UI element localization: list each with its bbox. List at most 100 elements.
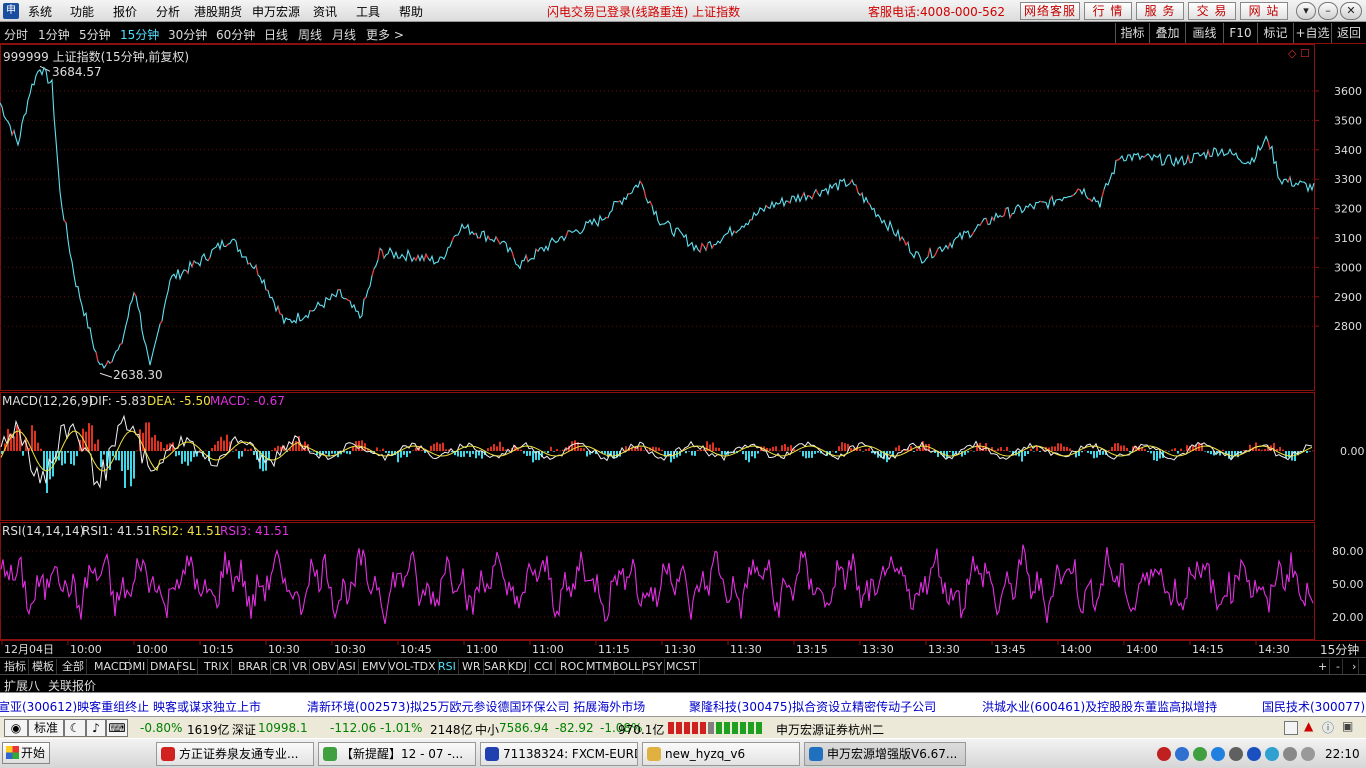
info-icon[interactable]: ⓘ [1322,719,1334,736]
indicator-tab-emv[interactable]: EMV [360,659,389,674]
tool-back[interactable]: 返回 [1331,23,1366,43]
app-icon [809,747,823,761]
taskbar: 开始 方正证券泉友通专业... 【新提醒】12 - 07 -... 711383… [0,738,1366,768]
keyboard-icon[interactable]: ⌨ [106,719,128,737]
chart-area[interactable]: 3600 3500 3400 3300 3200 3100 3000 2900 2800 0.00… [0,44,1366,658]
tool-indicator[interactable]: 指标 [1115,23,1149,43]
ticker-item[interactable]: 国民技术(300077) [1262,698,1365,715]
y-tick-label: 2900 [1334,291,1362,304]
period-30min[interactable]: 30分钟 [168,26,207,43]
checkbox-icon[interactable] [1284,721,1298,735]
alert-icon[interactable]: ▲ [1304,719,1313,733]
indicator-tab-wr[interactable]: WR [460,659,484,674]
indicator-tab-vol-tdx[interactable]: VOL-TDX [386,659,439,674]
period-5min[interactable]: 5分钟 [79,26,111,43]
indicator-tab-rsi[interactable]: RSI [436,659,459,674]
login-status: 闪电交易已登录(线路重连) 上证指数 [547,5,741,19]
indicator-tab-cr[interactable]: CR [270,659,291,674]
task-item[interactable]: new_hyzq_v6 [642,742,800,766]
indicator-tab-vr[interactable]: VR [290,659,311,674]
indicator-tab-trix[interactable]: TRIX [202,659,233,674]
ticker-item[interactable]: 清新环境(002573)拟25万欧元参设德国环保公司 拓展海外市场 [307,698,645,715]
trade-button[interactable]: 交 易 [1188,2,1236,20]
task-item[interactable]: 方正证券泉友通专业... [156,742,314,766]
news-ticker[interactable]: 宣亚(300612)映客重组终止 映客或谋求独立上市 清新环境(002573)拟… [0,692,1366,716]
tool-f10[interactable]: F10 [1223,23,1257,43]
tool-add-favorite[interactable]: +自选 [1293,23,1331,43]
tab-scroll-button[interactable]: - [1334,659,1343,674]
menu-system[interactable]: 系统 [28,3,52,20]
lock-icon[interactable]: ▣ [1342,719,1353,733]
period-week[interactable]: 周线 [298,26,322,43]
dropdown-icon[interactable]: ▾ [1296,2,1316,20]
task-item[interactable]: 【新提醒】12 - 07 -... [318,742,476,766]
menu-hk-futures[interactable]: 港股期货 [194,3,242,20]
tool-mark[interactable]: 标记 [1257,23,1293,43]
period-tick[interactable]: 分时 [4,26,28,43]
indicator-tab-dmi[interactable]: DMI [122,659,149,674]
market-button[interactable]: 行 情 [1084,2,1132,20]
indicator-tab-brar[interactable]: BRAR [236,659,271,674]
website-button[interactable]: 网 站 [1240,2,1288,20]
tool-overlay[interactable]: 叠加 [1149,23,1185,43]
ticker-item[interactable]: 宣亚(300612)映客重组终止 映客或谋求独立上市 [0,698,261,715]
indicator-tab-模板[interactable]: 模板 [30,659,57,674]
indicator-tab-mcst[interactable]: MCST [664,659,700,674]
task-item[interactable]: 71138324: FXCM-EURD... [480,742,638,766]
menu-help[interactable]: 帮助 [399,3,423,20]
online-service-button[interactable]: 网络客服 [1020,2,1080,20]
close-icon[interactable]: ✕ [1340,2,1362,20]
night-mode-icon[interactable]: ☾ [64,719,86,737]
menu-function[interactable]: 功能 [70,3,94,20]
indicator-tab-boll[interactable]: BOLL [610,659,644,674]
standard-toggle[interactable]: 标准 [28,719,64,737]
indicator-tab-obv[interactable]: OBV [310,659,339,674]
quote-icon[interactable]: ◉ [4,719,28,737]
start-button[interactable]: 开始 [2,742,50,764]
tray-icon[interactable] [1193,747,1207,761]
sound-icon[interactable]: ♪ [86,719,106,737]
period-day[interactable]: 日线 [264,26,288,43]
chart-settings-icon[interactable]: ◇ ☐ [1288,47,1310,60]
indicator-tab-指标[interactable]: 指标 [2,659,29,674]
indicator-tab-cci[interactable]: CCI [532,659,556,674]
x-tick-label: 13:30 [928,643,960,656]
ticker-item[interactable]: 洪城水业(600461)及控股股东董监高拟增持 [982,698,1217,715]
menu-analysis[interactable]: 分析 [156,3,180,20]
indicator-tab-fsl[interactable]: FSL [174,659,199,674]
period-more[interactable]: 更多 > [366,26,404,43]
indicator-tab-kdj[interactable]: KDJ [506,659,530,674]
volume-icon[interactable] [1301,747,1315,761]
y-axis-ticks: 3600 3500 3400 3300 3200 3100 3000 2900 2800 0.00… [1332,85,1365,624]
period-15min[interactable]: 15分钟 [120,26,159,43]
indicator-tab-roc[interactable]: ROC [558,659,587,674]
indicator-tab-psy[interactable]: PSY [640,659,666,674]
menu-info[interactable]: 资讯 [313,3,337,20]
tool-draw[interactable]: 画线 [1185,23,1223,43]
ticker-item[interactable]: 聚隆科技(300475)拟合资设立精密传动子公司 [689,698,936,715]
x-axis-ticks: 12月04日 10:00 10:00 10:15 10:30 10:30 10:45 11:0… [1,640,1290,656]
bluetooth-icon[interactable] [1247,747,1261,761]
task-item-active[interactable]: 申万宏源增强版V6.67... [804,742,966,766]
tray-icon[interactable] [1211,747,1225,761]
tray-icon[interactable] [1157,747,1171,761]
menu-quote[interactable]: 报价 [113,3,137,20]
period-1min[interactable]: 1分钟 [38,26,70,43]
minimize-icon[interactable]: – [1318,2,1338,20]
menu-tools[interactable]: 工具 [356,3,380,20]
tray-icon[interactable] [1229,747,1243,761]
tray-icon[interactable] [1175,747,1189,761]
tray-icon[interactable] [1283,747,1297,761]
period-60min[interactable]: 60分钟 [216,26,255,43]
period-month[interactable]: 月线 [332,26,356,43]
sz-name[interactable]: 深证 [232,721,256,738]
menu-swhy[interactable]: 申万宏源 [252,3,300,20]
service-button[interactable]: 服 务 [1136,2,1184,20]
indicator-tab-全部[interactable]: 全部 [60,659,87,674]
zx-name[interactable]: 中小 [475,721,499,738]
tray-icon[interactable] [1265,747,1279,761]
sz-pct: -1.01% [380,721,423,735]
tab-scroll-button[interactable]: + [1316,659,1331,674]
indicator-tab-asi[interactable]: ASI [336,659,359,674]
tab-scroll-button[interactable]: › [1350,659,1360,674]
